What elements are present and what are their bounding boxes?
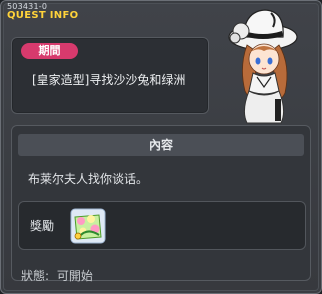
status-label: 狀態: [21,269,50,283]
quest-name: [皇家造型]寻找沙沙兔和绿洲 [32,73,186,87]
reward-box: 獎勵 [18,201,306,250]
flower-scroll-icon[interactable] [69,207,107,245]
status-value: 可開始 [56,269,93,283]
content-header: 內容 [18,134,304,156]
content-description: 布莱尔夫人找你谈话。 [28,172,149,186]
period-badge: 期間 [21,43,78,59]
reward-label: 獎勵 [30,219,55,233]
window-title: QUEST INFO [7,10,79,21]
quest-info-window: 503431-0 QUEST INFO 期間 [皇家造型]寻找沙沙兔和绿洲 內容… [0,0,322,294]
period-panel: 期間 [皇家造型]寻找沙沙兔和绿洲 [11,37,209,114]
npc-portrait [228,9,298,124]
content-panel: 內容 布莱尔夫人找你谈话。 獎勵 [11,125,311,281]
quest-status: 狀態: 可開始 [21,267,97,284]
